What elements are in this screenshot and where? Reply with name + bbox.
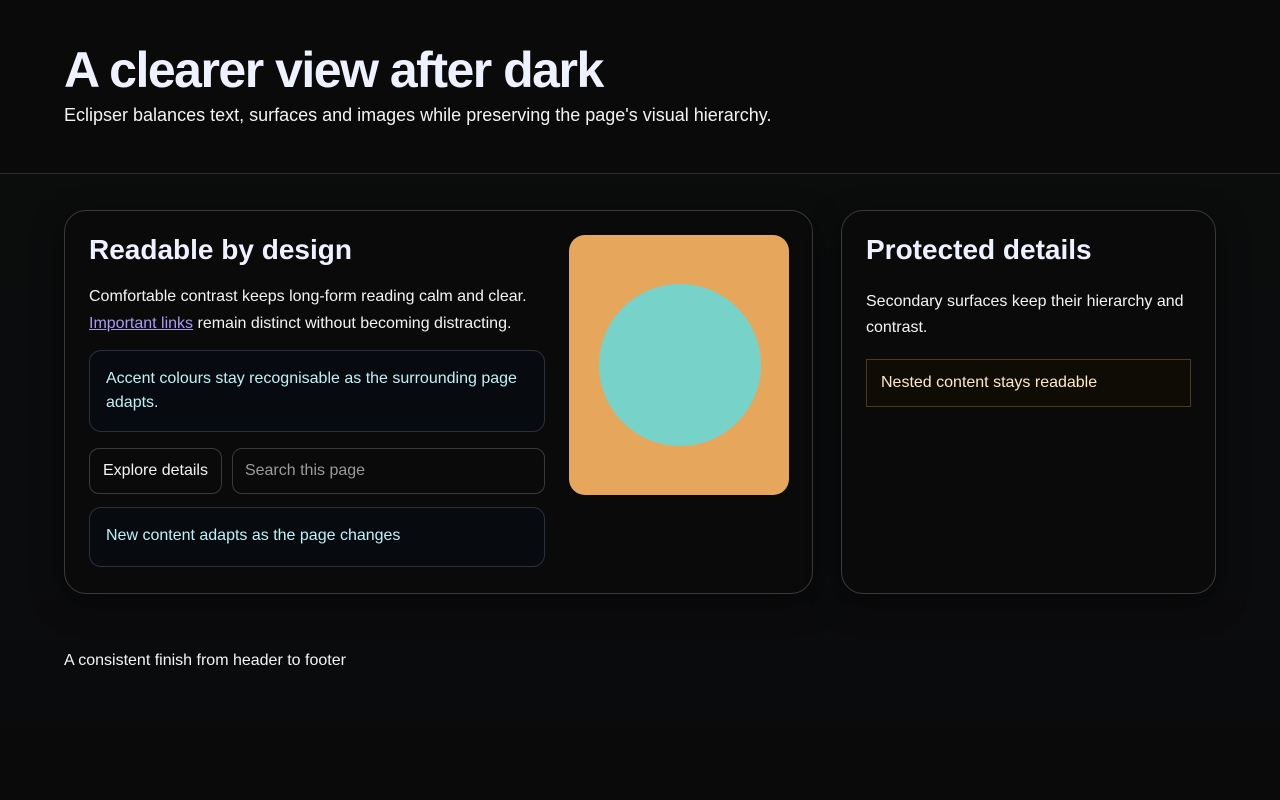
main-content: Readable by design Comfortable contrast … [0,174,1280,799]
page-subtitle: Eclipser balances text, surfaces and ima… [64,105,772,125]
illustration-image [569,235,789,495]
dynamic-content-note: New content adapts as the page changes [89,507,545,567]
explore-details-button[interactable]: Explore details [89,448,222,494]
readable-card-title: Readable by design [89,234,352,265]
page-header: A clearer view after dark Eclipser balan… [0,0,1280,174]
important-links-link[interactable]: Important links [89,315,193,332]
illustration-circle [599,284,761,446]
readable-card-intro: Comfortable contrast keeps long-form rea… [89,283,545,337]
readable-card: Readable by design Comfortable contrast … [64,210,813,594]
page-title: A clearer view after dark [64,42,604,98]
accent-note: Accent colours stay recognisable as the … [89,350,545,432]
intro-after-link-text: remain distinct without becoming distrac… [193,315,512,332]
footer-text: A consistent finish from header to foote… [64,652,346,669]
readable-card-content: Readable by design Comfortable contrast … [89,235,545,567]
controls-row: Explore details [89,448,545,494]
protected-details-text: Secondary surfaces keep their hierarchy … [866,293,1184,336]
intro-text: Comfortable contrast keeps long-form rea… [89,288,527,305]
protected-details-card: Protected details Secondary surfaces kee… [841,210,1216,594]
nested-content-note: Nested content stays readable [866,359,1191,407]
search-input[interactable] [231,448,545,494]
protected-details-title: Protected details [866,234,1092,265]
